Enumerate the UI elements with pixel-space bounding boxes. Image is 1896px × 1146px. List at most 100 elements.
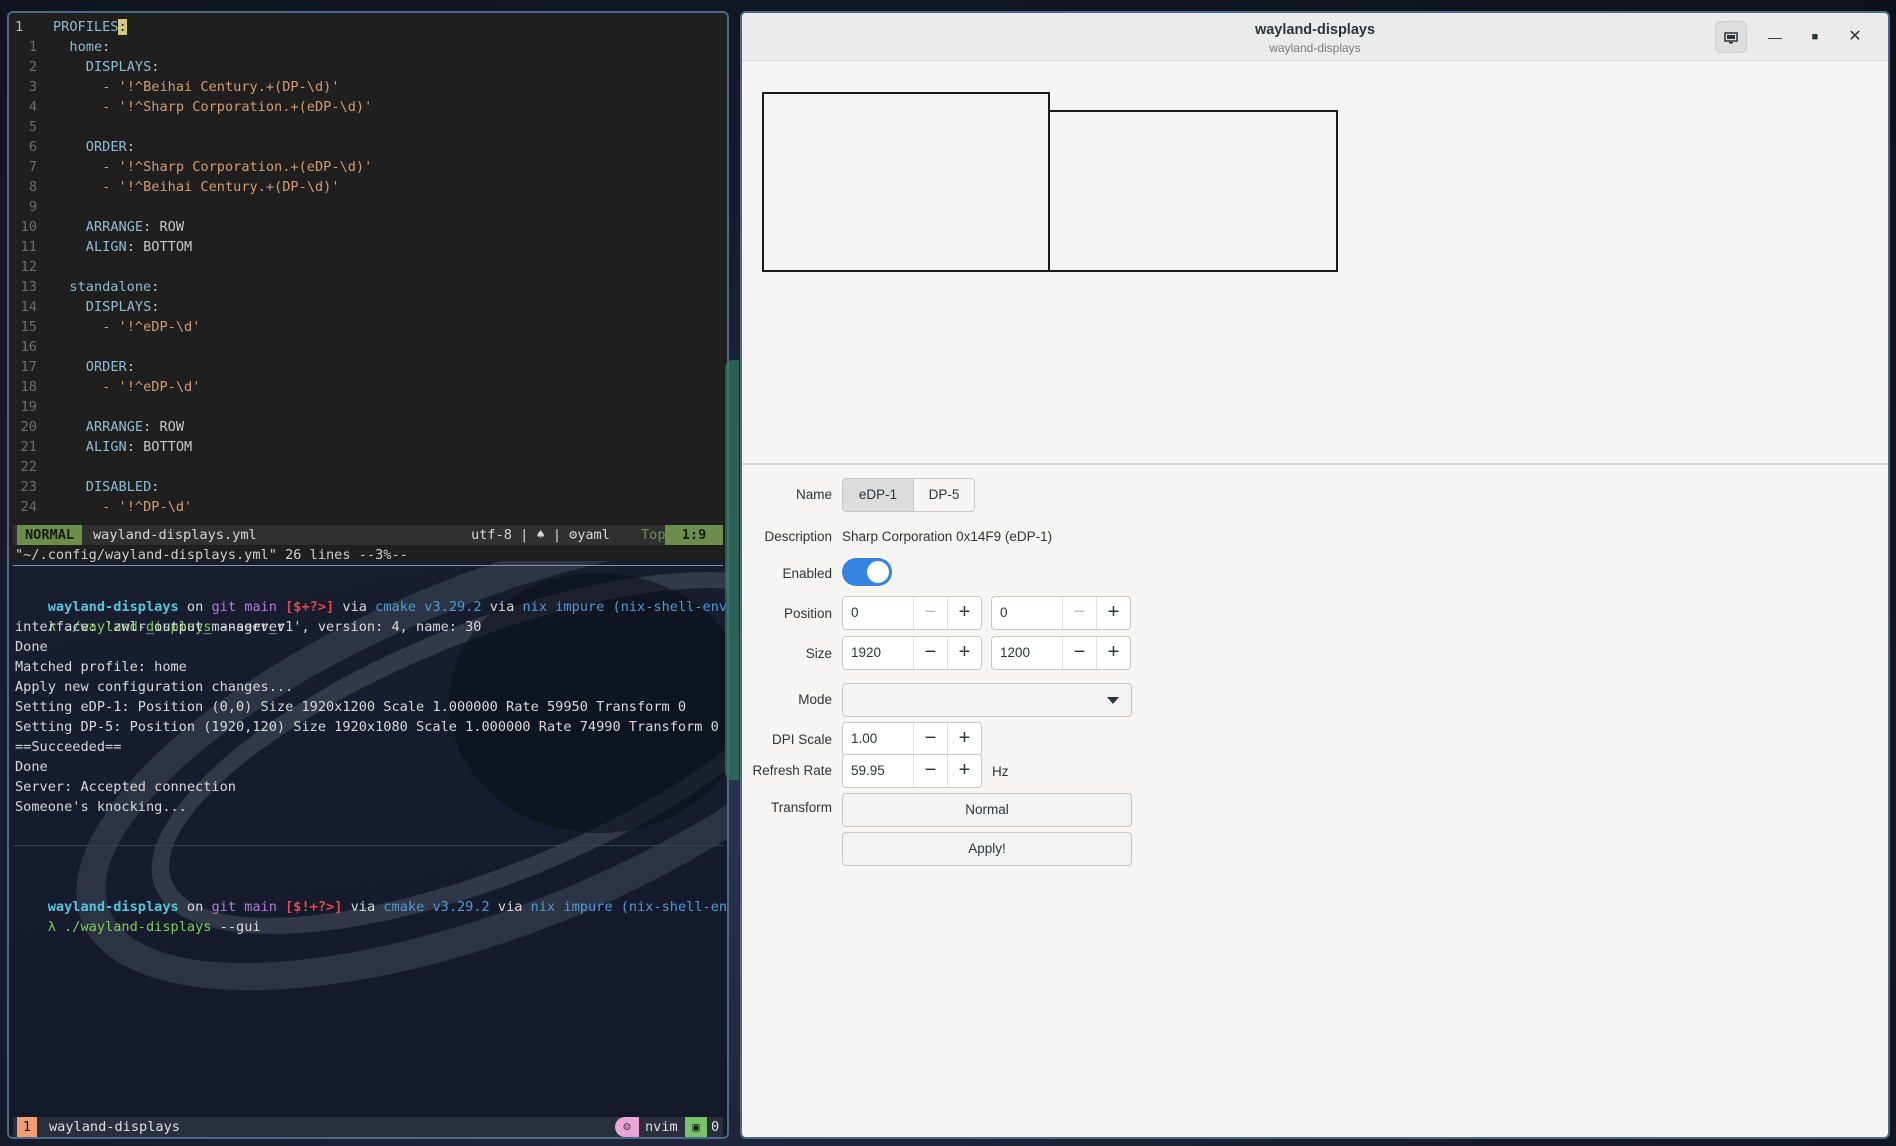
editor-line[interactable]: 23 DISABLED: [9,477,160,497]
line-content: - '!^Sharp Corporation.+(eDP-\d)' [45,159,372,175]
position-y-spin[interactable]: 0 − + [991,596,1131,630]
position-y-value[interactable]: 0 [1000,605,1008,620]
size-width-spin[interactable]: 1920 − + [842,636,982,670]
size-height-spin[interactable]: 1200 − + [991,636,1131,670]
editor-line[interactable]: 6 ORDER: [9,137,135,157]
dpi-scale-spin[interactable]: 1.00 − + [842,722,982,756]
plus-icon[interactable]: + [947,755,981,787]
apply-button[interactable]: Apply! [842,832,1132,866]
editor-line[interactable]: 1 home: [9,37,111,57]
line-content: - '!^DP-\d' [45,499,192,515]
status-encoding-text: utf-8 | [471,527,537,543]
output-line: Apply new configuration changes... [15,679,294,695]
editor-line[interactable]: 5 [9,117,53,137]
editor-line[interactable]: 8 - '!^Beihai Century.+(DP-\d)' [9,177,340,197]
close-button[interactable]: ✕ [1839,21,1871,53]
plus-icon[interactable]: + [947,723,981,755]
status-position: 1:9 [665,525,723,545]
editor-line[interactable]: 1 PROFILES: [9,17,127,37]
minus-icon[interactable]: − [1062,597,1096,629]
yaml-colon: : [126,239,135,255]
yaml-colon: : [151,299,160,315]
display-layout-canvas[interactable] [742,62,1888,460]
editor-line[interactable]: 2 DISPLAYS: [9,57,160,77]
dpi-scale-value[interactable]: 1.00 [851,731,877,746]
shell-command[interactable]: λ ./wayland-displays --gui [15,897,261,957]
editor-line[interactable]: 18 - '!^eDP-\d' [9,377,201,397]
editor-line[interactable]: 19 [9,397,53,417]
editor-line[interactable]: 22 [9,457,53,477]
minus-icon[interactable]: − [1062,637,1096,669]
refresh-rate-value[interactable]: 59.95 [851,763,885,778]
mode-label: Mode [798,692,832,707]
pane-divider[interactable] [13,845,723,846]
pane-separator[interactable] [742,463,1888,465]
line-content: ARRANGE: ROW [45,419,184,435]
size-width-value[interactable]: 1920 [851,645,881,660]
mode-dropdown[interactable] [842,683,1132,717]
wayland-displays-window[interactable]: wayland-displays wayland-displays — ■ ✕ … [740,11,1890,1139]
position-x-spin[interactable]: 0 − + [842,596,982,630]
editor-line[interactable]: 4 - '!^Sharp Corporation.+(eDP-\d)' [9,97,372,117]
minimize-button[interactable]: — [1759,21,1791,53]
line-number: 6 [28,139,37,155]
monitor-icon-button[interactable] [1715,21,1747,53]
line-content [45,339,53,355]
output-line: Someone's knocking... [15,799,187,815]
editor-line[interactable]: 16 [9,337,53,357]
yaml-colon: : [126,139,135,155]
plus-icon[interactable]: + [947,637,981,669]
line-number: 7 [28,159,37,175]
pane-divider[interactable] [13,565,723,566]
minus-icon[interactable]: − [913,755,947,787]
editor-line[interactable]: 13 standalone: [9,277,160,297]
editor-line[interactable]: 15 - '!^eDP-\d' [9,317,201,337]
editor-line[interactable]: 10 ARRANGE: ROW [9,217,184,237]
position-x-value[interactable]: 0 [851,605,859,620]
editor-line[interactable]: 7 - '!^Sharp Corporation.+(eDP-\d)' [9,157,372,177]
plus-icon[interactable]: + [1096,597,1130,629]
minus-icon[interactable]: − [913,597,947,629]
editor-line[interactable]: 17 ORDER: [9,357,135,377]
minus-icon[interactable]: − [913,637,947,669]
editor-line[interactable]: 14 DISPLAYS: [9,297,160,317]
line-number: 8 [28,179,37,195]
editor-line[interactable]: 9 [9,197,53,217]
tab-dp-5[interactable]: DP-5 [913,478,975,512]
header-bar[interactable]: wayland-displays wayland-displays — ■ ✕ [742,13,1888,61]
yaml-key: ORDER [85,359,127,375]
terminal-window[interactable]: 1 PROFILES: 1 home: 2 DISPLAYS: 3 - '!^Beihai C… [7,11,729,1139]
editor-line[interactable]: 11 ALIGN: BOTTOM [9,237,193,257]
tmux-window-index[interactable]: 1 [17,1117,37,1137]
editor-line[interactable]: 3 - '!^Beihai Century.+(DP-\d)' [9,77,340,97]
tmux-window-name[interactable]: wayland-displays [49,1117,180,1137]
plus-icon[interactable]: + [1096,637,1130,669]
tab-edp-1[interactable]: eDP-1 [842,478,914,512]
monitor-dp-5[interactable] [1048,110,1338,272]
prompt-git-status: [$!+?>] [276,899,343,915]
editor-line[interactable]: 21 ALIGN: BOTTOM [9,437,193,457]
position-label: Position [783,606,832,621]
line-content: ARRANGE: ROW [45,219,184,235]
wallpaper-planet [725,360,739,780]
switch-knob [867,561,889,583]
nvim-cmdline[interactable]: "~/.config/wayland-displays.yml" 26 line… [15,547,408,563]
nvim-statusline: NORMAL wayland-displays.yml utf-8 | ♠ | … [13,525,723,545]
editor-line[interactable]: 12 [9,257,53,277]
line-number: 24 [20,499,37,515]
editor-line[interactable]: 24 - '!^DP-\d' [9,497,193,517]
refresh-rate-spin[interactable]: 59.95 − + [842,754,982,788]
nvim-editor[interactable]: 1 PROFILES: 1 home: 2 DISPLAYS: 3 - '!^Beihai C… [9,13,727,561]
transform-button[interactable]: Normal [842,793,1132,827]
enabled-switch[interactable] [842,558,892,586]
command-exe: ./wayland-displays [64,919,212,935]
plus-icon[interactable]: + [947,597,981,629]
editor-line[interactable]: 20 ARRANGE: ROW [9,417,184,437]
size-height-value[interactable]: 1200 [1000,645,1030,660]
tmux-pane-count: 0 [711,1119,720,1135]
status-filename: wayland-displays.yml [93,527,257,543]
minus-icon[interactable]: − [913,723,947,755]
yaml-list-item: - '!^eDP-\d' [102,319,201,335]
maximize-button[interactable]: ■ [1799,21,1831,53]
monitor-edp-1[interactable] [762,92,1050,272]
